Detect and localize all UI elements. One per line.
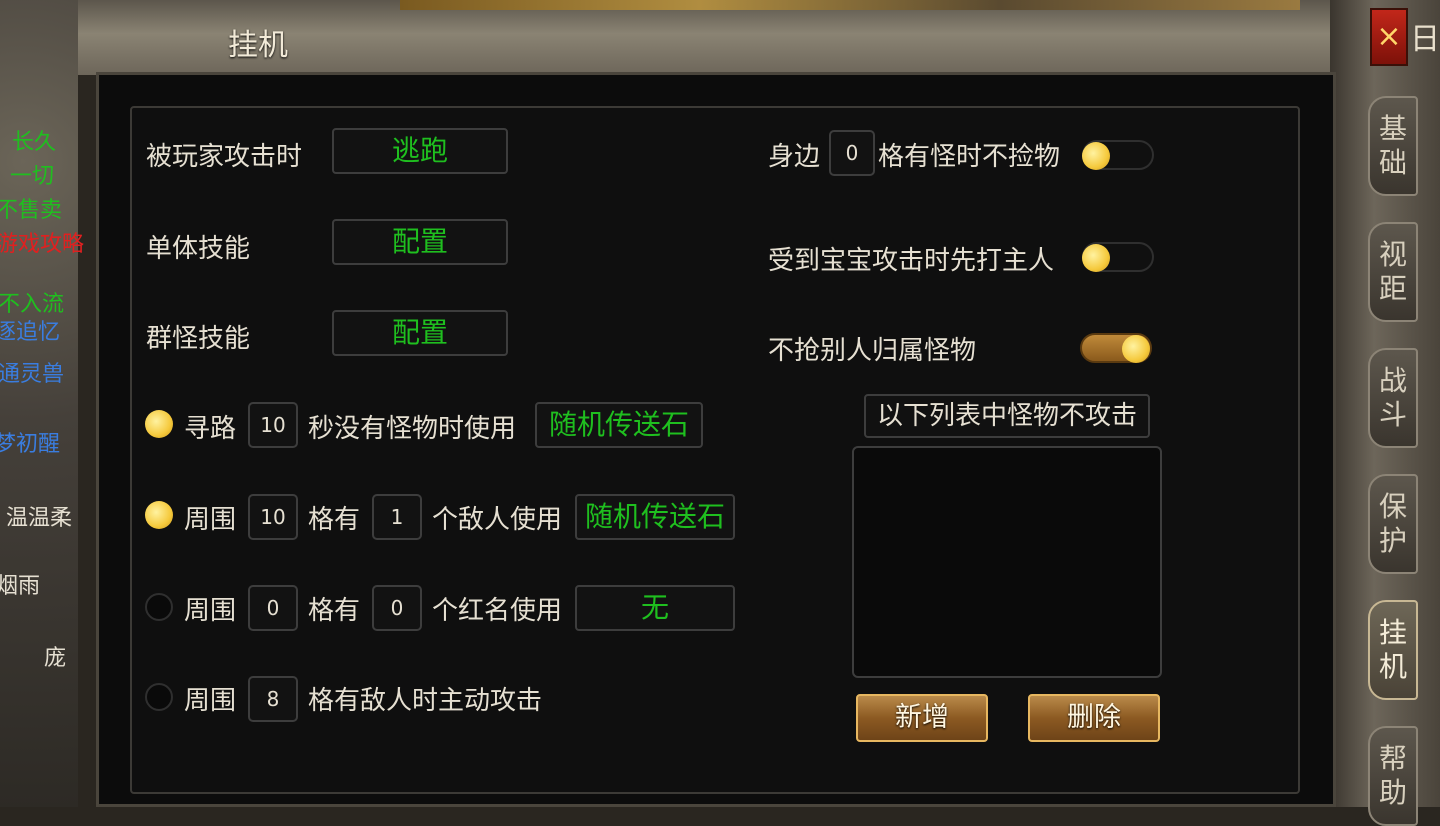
group-skill-config-button[interactable]: 配置 xyxy=(332,310,508,356)
toggle-knob xyxy=(1122,335,1150,363)
monster-list-title: 以下列表中怪物不攻击 xyxy=(864,394,1150,438)
no-steal-label: 不抢别人归属怪物 xyxy=(768,336,977,366)
monster-list-box[interactable] xyxy=(852,446,1162,678)
attack-master-label: 受到宝宝攻击时先打主人 xyxy=(768,246,1055,276)
toggle-knob xyxy=(1082,142,1110,170)
group-skill-label: 群怪技能 xyxy=(146,324,251,354)
surround-enemy-text1: 格有 xyxy=(308,505,361,535)
surround-enemy-text2: 个敌人使用 xyxy=(432,505,563,535)
surround-red-count-input[interactable]: 0 xyxy=(372,585,422,631)
no-pickup-prefix: 身边 xyxy=(768,142,821,172)
tab-combat[interactable]: 战斗 xyxy=(1368,348,1418,448)
tab-view[interactable]: 视距 xyxy=(1368,222,1418,322)
auto-attack-text: 格有敌人时主动攻击 xyxy=(308,686,543,716)
side-text: 温温柔 xyxy=(6,506,73,531)
single-skill-label: 单体技能 xyxy=(146,234,251,264)
pathfind-text: 秒没有怪物时使用 xyxy=(308,414,517,444)
side-text: 通灵兽 xyxy=(0,362,65,387)
add-monster-button[interactable]: 新增 xyxy=(856,694,988,742)
tab-help[interactable]: 帮助 xyxy=(1368,726,1418,826)
window-title: 挂机 xyxy=(228,28,288,63)
player-attack-action-button[interactable]: 逃跑 xyxy=(332,128,508,174)
surround-enemy-label: 周围 xyxy=(184,505,237,535)
surround-red-text1: 格有 xyxy=(308,596,361,626)
surround-red-radio[interactable] xyxy=(145,593,173,621)
top-hud-strip xyxy=(400,0,1300,10)
surround-enemy-radio[interactable] xyxy=(145,501,173,529)
pathfind-seconds-input[interactable]: 10 xyxy=(248,402,298,448)
no-pickup-toggle[interactable] xyxy=(1082,140,1154,170)
surround-red-label: 周围 xyxy=(184,596,237,626)
pathfind-label: 寻路 xyxy=(184,414,237,444)
side-text: 庞 xyxy=(44,646,67,671)
side-text: 烟雨 xyxy=(0,574,41,599)
surround-enemy-item-button[interactable]: 随机传送石 xyxy=(575,494,735,540)
delete-monster-button[interactable]: 删除 xyxy=(1028,694,1160,742)
side-text: 不售卖 xyxy=(0,198,63,223)
surround-enemy-count-input[interactable]: 1 xyxy=(372,494,422,540)
surround-red-item-button[interactable]: 无 xyxy=(575,585,735,631)
tab-protect[interactable]: 保护 xyxy=(1368,474,1418,574)
side-text: 游戏攻略 xyxy=(0,232,85,257)
pathfind-radio[interactable] xyxy=(145,410,173,438)
pathfind-item-button[interactable]: 随机传送石 xyxy=(535,402,703,448)
tab-basic[interactable]: 基础 xyxy=(1368,96,1418,196)
attack-master-toggle[interactable] xyxy=(1082,242,1154,272)
corner-char: 日 xyxy=(1410,22,1440,57)
auto-attack-range-input[interactable]: 8 xyxy=(248,676,298,722)
surround-red-range-input[interactable]: 0 xyxy=(248,585,298,631)
no-steal-toggle[interactable] xyxy=(1080,333,1152,363)
side-text: 逐追忆 xyxy=(0,320,61,345)
no-pickup-range-input[interactable]: 0 xyxy=(829,130,875,176)
left-frame: 长久 一切 不售卖 游戏攻略 不入流 逐追忆 通灵兽 梦初醒 温温柔 烟雨 庞 xyxy=(0,0,84,807)
side-text: 长久 xyxy=(12,130,57,155)
top-frame xyxy=(0,0,1440,75)
side-text: 梦初醒 xyxy=(0,432,61,457)
close-button[interactable]: × xyxy=(1370,8,1408,66)
side-text: 一切 xyxy=(10,164,55,189)
auto-attack-label: 周围 xyxy=(184,686,237,716)
surround-red-text2: 个红名使用 xyxy=(432,596,563,626)
auto-attack-radio[interactable] xyxy=(145,683,173,711)
player-attack-label: 被玩家攻击时 xyxy=(146,142,303,172)
tab-autoplay[interactable]: 挂机 xyxy=(1368,600,1418,700)
single-skill-config-button[interactable]: 配置 xyxy=(332,219,508,265)
surround-enemy-range-input[interactable]: 10 xyxy=(248,494,298,540)
no-pickup-suffix: 格有怪时不捡物 xyxy=(878,142,1061,172)
toggle-knob xyxy=(1082,244,1110,272)
